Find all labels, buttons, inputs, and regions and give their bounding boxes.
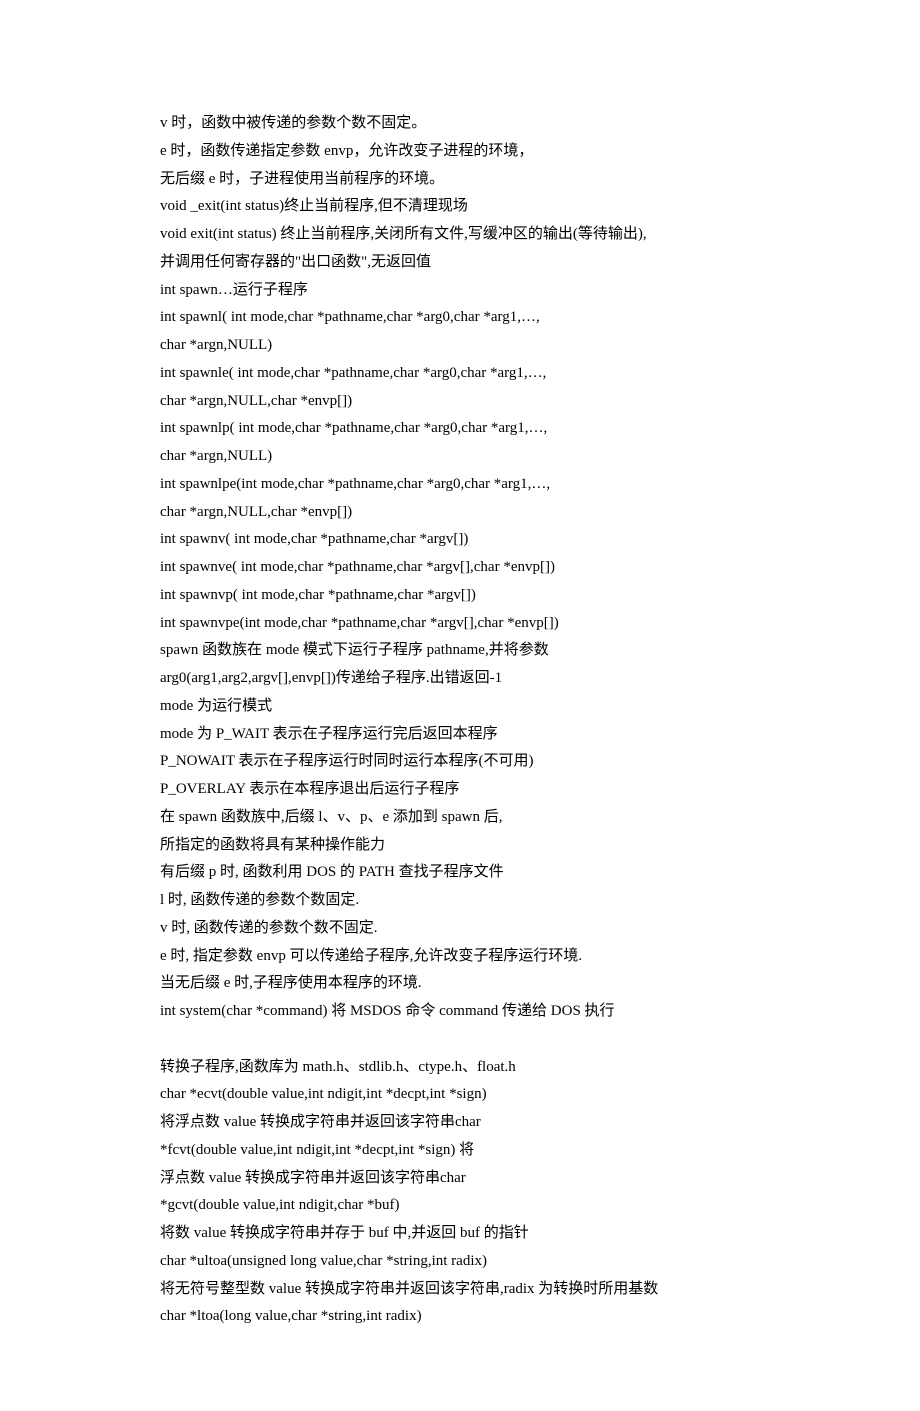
document-line: mode 为 P_WAIT 表示在子程序运行完后返回本程序 xyxy=(160,721,760,749)
document-line: 将无符号整型数 value 转换成字符串并返回该字符串,radix 为转换时所用… xyxy=(160,1276,760,1304)
document-line: spawn 函数族在 mode 模式下运行子程序 pathname,并将参数 xyxy=(160,637,760,665)
document-line: void exit(int status) 终止当前程序,关闭所有文件,写缓冲区… xyxy=(160,221,760,249)
document-line: 将数 value 转换成字符串并存于 buf 中,并返回 buf 的指针 xyxy=(160,1220,760,1248)
document-line: char *ultoa(unsigned long value,char *st… xyxy=(160,1248,760,1276)
document-line: l 时, 函数传递的参数个数固定. xyxy=(160,887,760,915)
document-line: 转换子程序,函数库为 math.h、stdlib.h、ctype.h、float… xyxy=(160,1054,760,1082)
document-line: int spawnv( int mode,char *pathname,char… xyxy=(160,526,760,554)
document-line: char *ecvt(double value,int ndigit,int *… xyxy=(160,1081,760,1109)
document-line: 无后缀 e 时，子进程使用当前程序的环境。 xyxy=(160,166,760,194)
document-line: int spawnle( int mode,char *pathname,cha… xyxy=(160,360,760,388)
document-line: v 时，函数中被传递的参数个数不固定。 xyxy=(160,110,760,138)
document-line: char *argn,NULL,char *envp[]) xyxy=(160,499,760,527)
document-line: mode 为运行模式 xyxy=(160,693,760,721)
document-line: int spawnl( int mode,char *pathname,char… xyxy=(160,304,760,332)
document-line: 并调用任何寄存器的"出口函数",无返回值 xyxy=(160,249,760,277)
document-line: int spawnlpe(int mode,char *pathname,cha… xyxy=(160,471,760,499)
document-line: int spawnlp( int mode,char *pathname,cha… xyxy=(160,415,760,443)
document-line: int spawn…运行子程序 xyxy=(160,277,760,305)
document-line: char *argn,NULL,char *envp[]) xyxy=(160,388,760,416)
document-line: arg0(arg1,arg2,argv[],envp[])传递给子程序.出错返回… xyxy=(160,665,760,693)
document-line: P_OVERLAY 表示在本程序退出后运行子程序 xyxy=(160,776,760,804)
document-line: 有后缀 p 时, 函数利用 DOS 的 PATH 查找子程序文件 xyxy=(160,859,760,887)
document-line: int spawnve( int mode,char *pathname,cha… xyxy=(160,554,760,582)
document-line: 当无后缀 e 时,子程序使用本程序的环境. xyxy=(160,970,760,998)
document-line: v 时, 函数传递的参数个数不固定. xyxy=(160,915,760,943)
document-line: *gcvt(double value,int ndigit,char *buf) xyxy=(160,1192,760,1220)
document-line: char *argn,NULL) xyxy=(160,443,760,471)
document-line: 所指定的函数将具有某种操作能力 xyxy=(160,832,760,860)
document-line: 将浮点数 value 转换成字符串并返回该字符串char xyxy=(160,1109,760,1137)
document-line: 浮点数 value 转换成字符串并返回该字符串char xyxy=(160,1165,760,1193)
blank-line xyxy=(160,1026,760,1054)
document-line: P_NOWAIT 表示在子程序运行时同时运行本程序(不可用) xyxy=(160,748,760,776)
document-line: void _exit(int status)终止当前程序,但不清理现场 xyxy=(160,193,760,221)
document-line: char *argn,NULL) xyxy=(160,332,760,360)
document-line: e 时，函数传递指定参数 envp，允许改变子进程的环境， xyxy=(160,138,760,166)
document-line: int spawnvpe(int mode,char *pathname,cha… xyxy=(160,610,760,638)
document-line: int spawnvp( int mode,char *pathname,cha… xyxy=(160,582,760,610)
document-line: e 时, 指定参数 envp 可以传递给子程序,允许改变子程序运行环境. xyxy=(160,943,760,971)
document-line: 在 spawn 函数族中,后缀 l、v、p、e 添加到 spawn 后, xyxy=(160,804,760,832)
document-line: int system(char *command) 将 MSDOS 命令 com… xyxy=(160,998,760,1026)
document-line: *fcvt(double value,int ndigit,int *decpt… xyxy=(160,1137,760,1165)
document-line: char *ltoa(long value,char *string,int r… xyxy=(160,1303,760,1331)
